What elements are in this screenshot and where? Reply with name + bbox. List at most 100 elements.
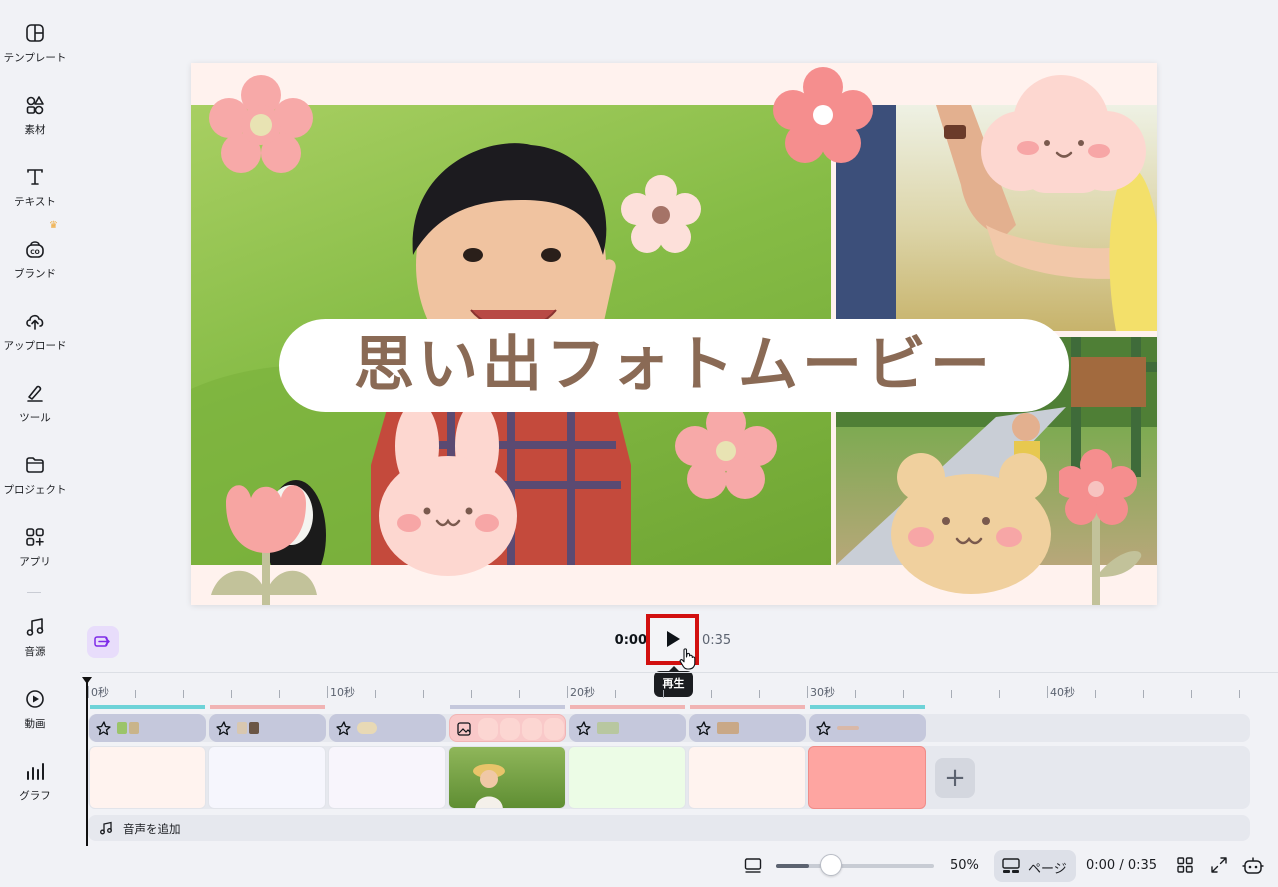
elements-icon xyxy=(26,96,44,115)
animation-clip[interactable] xyxy=(329,714,446,742)
page-thumbnail-3[interactable] xyxy=(328,746,446,809)
music-note-icon xyxy=(100,821,112,835)
sidebar-item-label: ブランド xyxy=(14,268,56,280)
video-icon xyxy=(26,690,44,708)
sidebar-item-label: テンプレート xyxy=(3,52,67,64)
animation-clip[interactable] xyxy=(809,714,926,742)
sidebar-item-label: グラフ xyxy=(19,790,51,802)
ruler-tick xyxy=(231,690,232,698)
time-readout: 0:00 / 0:35 xyxy=(1086,858,1158,873)
sidebar-item-label: アプリ xyxy=(19,556,51,568)
brand-icon: CO xyxy=(26,241,44,258)
ruler-tick xyxy=(711,690,712,698)
ruler-tick xyxy=(279,690,280,698)
hand-cursor-icon xyxy=(679,648,696,670)
text-icon xyxy=(27,169,43,185)
ruler-tick xyxy=(88,686,89,698)
sidebar-item-label: 素材 xyxy=(24,124,46,136)
grid-view-icon[interactable] xyxy=(1176,856,1194,874)
animate-icon xyxy=(696,721,711,736)
add-audio-label: 音声を追加 xyxy=(123,822,181,836)
sidebar-item-label: 動画 xyxy=(24,718,46,730)
ruler-label: 40秒 xyxy=(1050,686,1075,699)
add-audio-track[interactable]: 音声を追加 xyxy=(88,815,1250,841)
transition-strip xyxy=(810,705,925,709)
fullscreen-icon[interactable] xyxy=(1210,856,1228,874)
plus-icon: + xyxy=(944,763,966,793)
playhead[interactable] xyxy=(86,682,88,846)
template-icon xyxy=(26,24,44,42)
page-thumbnail-6[interactable] xyxy=(688,746,806,809)
ruler-tick xyxy=(375,690,376,698)
page-thumbnail-2[interactable] xyxy=(208,746,326,809)
tulip-sticker xyxy=(211,485,317,605)
page-view-icon[interactable] xyxy=(744,857,762,875)
timeline-divider xyxy=(80,672,1278,673)
sidebar-item-video[interactable]: 動画 xyxy=(0,676,70,736)
ruler-label: 20秒 xyxy=(570,686,595,699)
transition-strip xyxy=(450,705,565,709)
sidebar-item-templates[interactable]: テンプレート xyxy=(0,10,70,70)
sidebar-item-tools[interactable]: ツール xyxy=(0,370,70,430)
design-canvas[interactable]: 思い出フォトムービー xyxy=(191,63,1157,605)
svg-text:CO: CO xyxy=(30,249,40,256)
sidebar-item-elements[interactable]: 素材 xyxy=(0,82,70,142)
upload-icon xyxy=(26,314,44,330)
animate-icon xyxy=(576,721,591,736)
sidebar-divider xyxy=(27,592,41,593)
cloud-sticker xyxy=(981,75,1146,193)
sidebar-item-brand[interactable]: ♛ CO ブランド xyxy=(0,220,70,286)
sidebar-item-label: ツール xyxy=(19,412,51,424)
page-thumbnail-5[interactable] xyxy=(568,746,686,809)
transition-strip xyxy=(210,705,325,709)
music-icon xyxy=(26,618,44,636)
zoom-slider-fill xyxy=(776,864,809,868)
ruler-tick xyxy=(327,686,328,698)
zoom-level[interactable]: 50% xyxy=(950,858,979,873)
ruler-tick xyxy=(615,690,616,698)
transition-strip xyxy=(90,705,205,709)
bear-sticker xyxy=(891,453,1051,594)
ruler-label: 0秒 xyxy=(91,686,109,699)
sidebar-item-projects[interactable]: プロジェクト xyxy=(0,442,70,502)
sidebar-item-label: プロジェクト xyxy=(3,484,67,496)
sidebar-item-audio[interactable]: 音源 xyxy=(0,604,70,664)
chart-icon xyxy=(27,763,44,780)
play-icon xyxy=(667,631,680,647)
left-sidebar: テンプレート 素材 テキスト ♛ CO ブランド アップロード ツール プロジェ… xyxy=(0,0,70,887)
assistant-icon[interactable] xyxy=(1242,856,1264,876)
image-icon xyxy=(457,722,471,736)
magic-switch-button[interactable] xyxy=(87,626,119,658)
page-thumbnail-1[interactable] xyxy=(89,746,206,809)
animation-clip[interactable] xyxy=(689,714,806,742)
ruler-tick xyxy=(567,686,568,698)
ruler-label: 10秒 xyxy=(330,686,355,699)
page-thumbnail-4[interactable] xyxy=(448,746,566,809)
animation-clip[interactable] xyxy=(89,714,206,742)
pages-label: ページ xyxy=(1028,862,1067,877)
animation-clip[interactable] xyxy=(209,714,326,742)
tools-icon xyxy=(27,385,43,402)
sidebar-item-apps[interactable]: アプリ xyxy=(0,514,70,574)
ruler-label: 30秒 xyxy=(810,686,835,699)
ruler-tick xyxy=(1143,690,1144,698)
animation-clip[interactable] xyxy=(569,714,686,742)
add-page-button[interactable]: + xyxy=(935,758,975,798)
ruler-tick xyxy=(423,690,424,698)
sidebar-item-upload[interactable]: アップロード xyxy=(0,298,70,358)
crown-icon: ♛ xyxy=(49,220,58,231)
sidebar-item-text[interactable]: テキスト xyxy=(0,154,70,214)
ruler-tick xyxy=(183,690,184,698)
ruler-tick xyxy=(663,690,664,698)
animation-clip-selected[interactable] xyxy=(449,714,566,742)
transition-strip xyxy=(690,705,805,709)
timeline-ruler[interactable]: 0秒 10秒 20秒 30秒 40秒 xyxy=(88,678,1258,704)
page-thumbnail-7[interactable] xyxy=(808,746,926,809)
sidebar-item-chart[interactable]: グラフ xyxy=(0,748,70,808)
movie-title[interactable]: 思い出フォトムービー xyxy=(279,319,1069,412)
zoom-slider-knob[interactable] xyxy=(820,854,842,876)
pages-button[interactable]: ページ xyxy=(994,850,1076,882)
pages-icon xyxy=(1002,858,1020,873)
ruler-tick xyxy=(999,690,1000,698)
ruler-tick xyxy=(759,690,760,698)
